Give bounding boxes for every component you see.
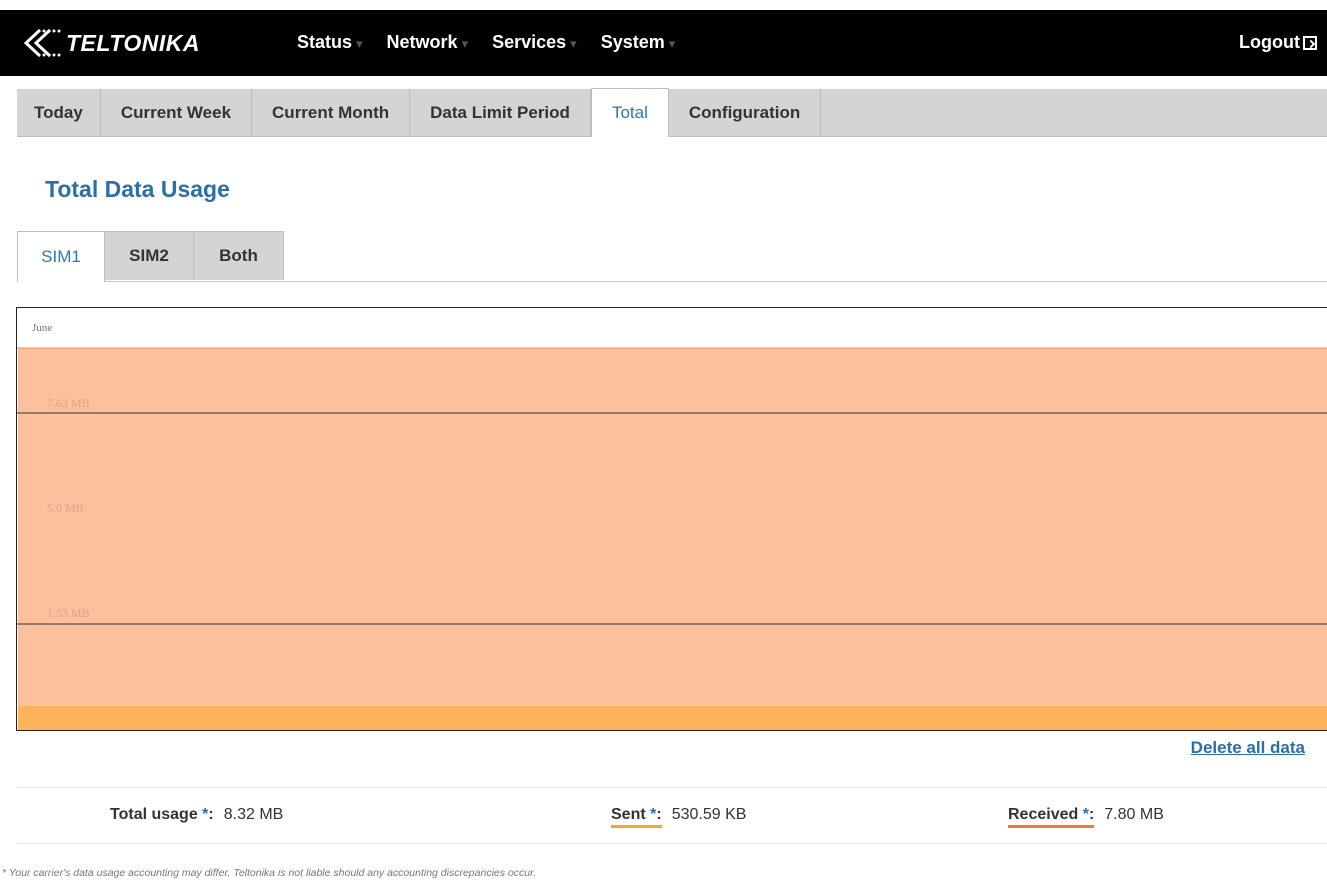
- menu-status-label: Status: [297, 32, 353, 52]
- tab-both[interactable]: Both: [194, 231, 284, 280]
- teltonika-logo[interactable]: TELTONIKA: [20, 28, 200, 58]
- usage-chart-svg: [17, 347, 1327, 730]
- y-tick-label: 1.53 MB: [47, 606, 90, 620]
- logout-icon: [1303, 35, 1317, 50]
- usage-summary: Total usage *: 8.32 MB Sent *: 530.59 KB…: [17, 787, 1327, 844]
- menu-system[interactable]: System ▾: [601, 32, 676, 53]
- tab-data-limit-period[interactable]: Data Limit Period: [410, 89, 591, 136]
- menu-services[interactable]: Services ▾: [492, 32, 577, 53]
- tab-current-month[interactable]: Current Month: [252, 89, 411, 136]
- period-tabs: Today Current Week Current Month Data Li…: [17, 88, 1327, 137]
- received-usage: Received *: 7.80 MB: [1008, 806, 1164, 828]
- menu-network[interactable]: Network ▾: [387, 32, 469, 53]
- caret-down-icon: ▾: [668, 36, 676, 51]
- sim-tabs: SIM1 SIM2 Both: [17, 231, 1327, 282]
- teltonika-logo-icon: [23, 28, 61, 58]
- top-navbar: TELTONIKA Status ▾ Network ▾ Services ▾ …: [0, 10, 1327, 76]
- logout-label: Logout: [1239, 32, 1300, 52]
- area-received: [18, 348, 1327, 706]
- sent-label: Sent *:: [611, 806, 662, 828]
- tab-total[interactable]: Total: [590, 88, 669, 137]
- y-tick-label: 5.0 MB: [47, 501, 84, 515]
- tab-current-week[interactable]: Current Week: [101, 89, 253, 136]
- y-tick-label: 7.63 MB: [47, 396, 90, 410]
- received-value: 7.80 MB: [1104, 806, 1164, 823]
- caret-down-icon: ▾: [570, 36, 577, 51]
- menu-network-label: Network: [386, 32, 458, 52]
- brand-name: TELTONIKA: [66, 29, 200, 56]
- delete-all-data-link[interactable]: Delete all data: [1191, 738, 1305, 758]
- caret-down-icon: ▾: [356, 36, 363, 51]
- logout-button[interactable]: Logout: [1239, 32, 1317, 53]
- total-usage: Total usage *: 8.32 MB: [110, 806, 283, 824]
- total-usage-value: 8.32 MB: [223, 806, 284, 823]
- sent-usage: Sent *: 530.59 KB: [611, 806, 746, 828]
- menu-services-label: Services: [492, 32, 567, 52]
- tab-today[interactable]: Today: [17, 89, 101, 136]
- received-label: Received *:: [1008, 806, 1095, 828]
- page-title: Total Data Usage: [45, 176, 230, 202]
- sent-value: 530.59 KB: [671, 806, 747, 823]
- area-sent: [18, 705, 1327, 730]
- usage-chart: June 7.63 MB 5.0 MB 1.53 MB: [16, 307, 1327, 731]
- chart-x-label: June: [32, 322, 53, 334]
- tab-configuration[interactable]: Configuration: [669, 89, 822, 136]
- tab-sim1[interactable]: SIM1: [17, 231, 105, 282]
- caret-down-icon: ▾: [461, 36, 469, 51]
- total-usage-label: Total usage *:: [110, 806, 214, 823]
- accounting-disclaimer: * Your carrier's data usage accounting m…: [2, 867, 537, 879]
- menu-system-label: System: [600, 32, 665, 52]
- main-menu: Status ▾ Network ▾ Services ▾ System ▾: [297, 32, 699, 53]
- tab-sim2[interactable]: SIM2: [105, 231, 194, 280]
- menu-status[interactable]: Status ▾: [297, 32, 363, 53]
